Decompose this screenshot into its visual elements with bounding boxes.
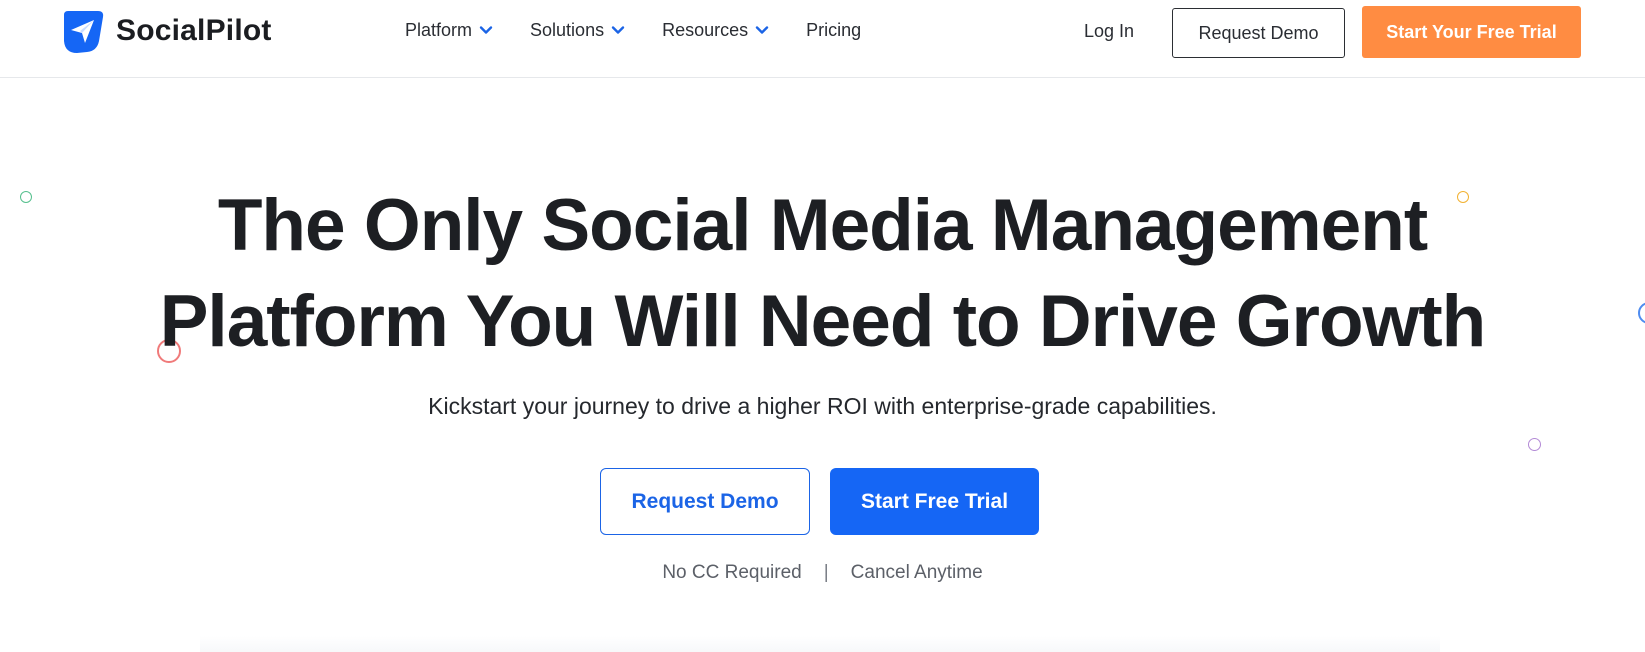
start-free-trial-button[interactable]: Start Free Trial [830,468,1039,535]
brand-logo[interactable]: SocialPilot [58,7,272,55]
request-demo-button[interactable]: Request Demo [600,468,810,535]
login-link[interactable]: Log In [1084,21,1134,42]
cancel-anytime-note: Cancel Anytime [850,562,983,583]
no-cc-note: No CC Required [662,562,802,583]
hero-title: The Only Social Media Management Platfor… [0,178,1645,370]
nav-item-resources[interactable]: Resources [662,20,769,41]
nav-item-solutions[interactable]: Solutions [530,20,625,41]
brand-name: SocialPilot [116,14,272,47]
content-preview-edge [200,636,1440,652]
site-header: SocialPilot Platform Solutions Resources… [0,0,1645,78]
decorative-circle [1528,438,1541,451]
landing-page: SocialPilot Platform Solutions Resources… [0,0,1645,652]
chevron-down-icon [611,26,625,34]
header-request-demo-button[interactable]: Request Demo [1172,8,1345,58]
trial-notes: No CC Required | Cancel Anytime [0,562,1645,584]
hero-title-line-2: Platform You Will Need to Drive Growth [159,281,1487,362]
chevron-down-icon [479,26,493,34]
hero-subtitle: Kickstart your journey to drive a higher… [428,393,1217,419]
chevron-down-icon [755,26,769,34]
main-nav: Platform Solutions Resources Pricing [405,18,861,42]
nav-item-label: Solutions [530,19,605,40]
paper-plane-icon [64,11,104,53]
nav-item-platform[interactable]: Platform [405,20,493,41]
hero-title-line-1: The Only Social Media Management [217,185,1428,266]
nav-item-pricing[interactable]: Pricing [806,20,861,41]
note-separator: | [823,562,829,583]
nav-item-label: Pricing [806,19,862,40]
header-free-trial-button[interactable]: Start Your Free Trial [1362,6,1581,58]
nav-item-label: Resources [662,19,749,40]
nav-item-label: Platform [405,19,473,40]
